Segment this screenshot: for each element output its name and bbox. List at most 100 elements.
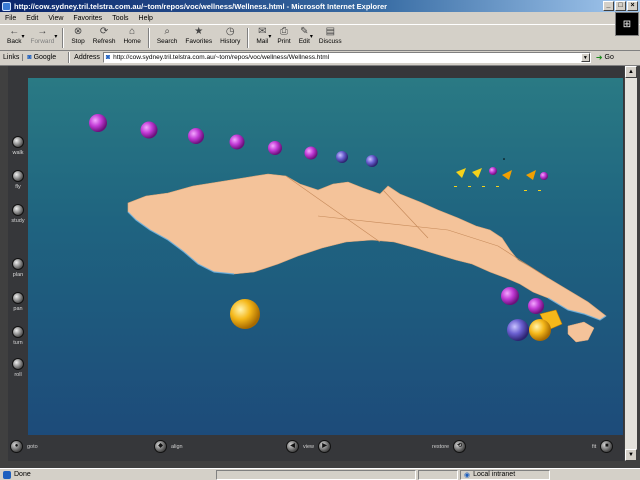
sphere-marker[interactable] bbox=[89, 114, 107, 132]
stop-label: Stop bbox=[71, 38, 85, 45]
align-control[interactable]: ◆ align bbox=[154, 440, 183, 453]
nav-walk-button[interactable]: walk bbox=[8, 136, 28, 156]
restore-icon: ⟲ bbox=[453, 440, 467, 453]
nav-pan-button[interactable]: pan bbox=[8, 292, 28, 312]
address-dropdown-icon[interactable]: ▼ bbox=[580, 53, 590, 62]
magenta-sphere[interactable] bbox=[501, 287, 519, 305]
nav-turn-label: turn bbox=[13, 340, 23, 346]
fit-label: fit bbox=[592, 443, 597, 450]
edit-label: Edit bbox=[298, 38, 310, 45]
edit-dropdown-icon[interactable]: ▾ bbox=[310, 33, 313, 40]
history-button[interactable]: ◷ History bbox=[216, 26, 244, 50]
tasmania bbox=[567, 321, 595, 343]
nav-plan-label: plan bbox=[12, 272, 24, 278]
view-prev-icon[interactable]: ◀ bbox=[286, 440, 299, 453]
go-label: Go bbox=[604, 54, 614, 61]
address-bar-row: Links ◙ Google Address ◙ http://cow.sydn… bbox=[0, 50, 640, 64]
status-bar: Done ◉ Local intranet bbox=[0, 468, 640, 480]
mail-icon: ✉ bbox=[258, 26, 267, 37]
nav-roll-label: roll bbox=[14, 372, 22, 378]
print-button[interactable]: ⎙ Print bbox=[273, 26, 294, 50]
nav-pan-label: pan bbox=[13, 306, 23, 312]
marker-legend bbox=[454, 158, 548, 191]
sphere-marker[interactable] bbox=[304, 146, 318, 160]
go-arrow-icon: ➜ bbox=[595, 53, 603, 62]
refresh-icon: ⟳ bbox=[99, 26, 109, 37]
nav-plan-button[interactable]: plan bbox=[8, 258, 28, 278]
status-text: Done bbox=[14, 471, 31, 478]
forward-dropdown-icon[interactable]: ▾ bbox=[54, 33, 57, 40]
view-control[interactable]: ◀ view ▶ bbox=[286, 440, 332, 453]
links-label[interactable]: Links bbox=[0, 54, 24, 61]
page-icon: ◙ bbox=[27, 54, 32, 61]
fit-control[interactable]: fit ■ bbox=[592, 440, 614, 453]
magenta-sphere[interactable] bbox=[528, 298, 544, 314]
refresh-label: Refresh bbox=[92, 38, 116, 45]
title-bar: http://cow.sydney.tril.telstra.com.au/~t… bbox=[0, 0, 640, 12]
favorites-button[interactable]: ★ Favorites bbox=[181, 26, 216, 50]
menu-bar: File Edit View Favorites Tools Help ⊞ bbox=[0, 12, 640, 36]
page-done-icon bbox=[3, 470, 11, 479]
goto-icon: ● bbox=[10, 440, 23, 453]
gold-sphere[interactable] bbox=[230, 299, 260, 329]
nav-fly-button[interactable]: fly bbox=[8, 170, 28, 190]
scroll-up-icon[interactable]: ▲ bbox=[625, 66, 637, 78]
discuss-label: Discuss bbox=[318, 38, 342, 45]
back-dropdown-icon[interactable]: ▾ bbox=[21, 33, 24, 40]
toolbar: ← Back ▾ → Forward ▾ ⊗ Stop ⟳ Refresh ⌂ Home ⌕ Search… bbox=[0, 26, 612, 50]
toolbar-separator bbox=[62, 28, 65, 48]
sphere-marker[interactable] bbox=[188, 128, 204, 144]
view-next-icon[interactable]: ▶ bbox=[318, 440, 332, 453]
sphere-marker[interactable] bbox=[229, 134, 245, 150]
menu-view[interactable]: View bbox=[43, 15, 68, 22]
sphere-marker[interactable] bbox=[268, 141, 282, 155]
align-label: align bbox=[171, 443, 183, 450]
refresh-button[interactable]: ⟳ Refresh bbox=[89, 26, 120, 50]
print-label: Print bbox=[277, 38, 291, 45]
go-button[interactable]: ➜ Go bbox=[596, 53, 614, 62]
sphere-marker[interactable] bbox=[140, 121, 158, 139]
status-panel bbox=[216, 469, 416, 480]
restore-control[interactable]: restore ⟲ bbox=[432, 440, 467, 453]
view-label: view bbox=[303, 443, 315, 450]
gold-sphere[interactable] bbox=[529, 319, 551, 341]
google-link[interactable]: ◙ Google bbox=[23, 54, 60, 61]
3d-scene[interactable] bbox=[28, 78, 623, 435]
mail-dropdown-icon[interactable]: ▾ bbox=[268, 33, 271, 40]
fly-icon bbox=[12, 170, 24, 182]
home-button[interactable]: ⌂ Home bbox=[119, 26, 144, 50]
vertical-scrollbar[interactable]: ▲ ▼ bbox=[625, 66, 637, 461]
viewer-control-bar: ● goto ◆ align ◀ view ▶ restore ⟲ fit ■ bbox=[8, 435, 624, 459]
discuss-button[interactable]: ▤ Discuss bbox=[315, 26, 346, 50]
address-input[interactable]: ◙ http://cow.sydney.tril.telstra.com.au/… bbox=[102, 52, 591, 63]
sphere-marker[interactable] bbox=[336, 151, 348, 163]
sphere-arc[interactable] bbox=[89, 114, 378, 167]
minimize-button[interactable]: _ bbox=[603, 1, 614, 11]
plan-icon bbox=[12, 258, 24, 270]
home-icon: ⌂ bbox=[129, 26, 136, 37]
nav-study-button[interactable]: study bbox=[8, 204, 28, 224]
toolbar-separator bbox=[247, 28, 250, 48]
favorites-icon: ★ bbox=[194, 26, 204, 37]
maximize-button[interactable]: □ bbox=[615, 1, 626, 11]
blue-sphere[interactable] bbox=[507, 319, 529, 341]
sphere-marker[interactable] bbox=[366, 155, 378, 167]
search-label: Search bbox=[156, 38, 178, 45]
goto-control[interactable]: ● goto bbox=[10, 440, 38, 453]
stop-button[interactable]: ⊗ Stop bbox=[67, 26, 88, 50]
menu-help[interactable]: Help bbox=[134, 15, 158, 22]
search-button[interactable]: ⌕ Search bbox=[153, 26, 182, 50]
menu-file[interactable]: File bbox=[0, 15, 21, 22]
menu-edit[interactable]: Edit bbox=[21, 15, 43, 22]
close-button[interactable]: × bbox=[627, 1, 638, 11]
nav-roll-button[interactable]: roll bbox=[8, 358, 28, 378]
intranet-icon: ◉ bbox=[464, 471, 471, 479]
history-icon: ◷ bbox=[225, 26, 235, 37]
search-icon: ⌕ bbox=[164, 26, 170, 37]
nav-fly-label: fly bbox=[15, 184, 21, 190]
menu-tools[interactable]: Tools bbox=[107, 15, 133, 22]
scene-canvas[interactable] bbox=[28, 78, 623, 435]
nav-turn-button[interactable]: turn bbox=[8, 326, 28, 346]
scroll-down-icon[interactable]: ▼ bbox=[625, 449, 637, 461]
menu-favorites[interactable]: Favorites bbox=[68, 15, 107, 22]
